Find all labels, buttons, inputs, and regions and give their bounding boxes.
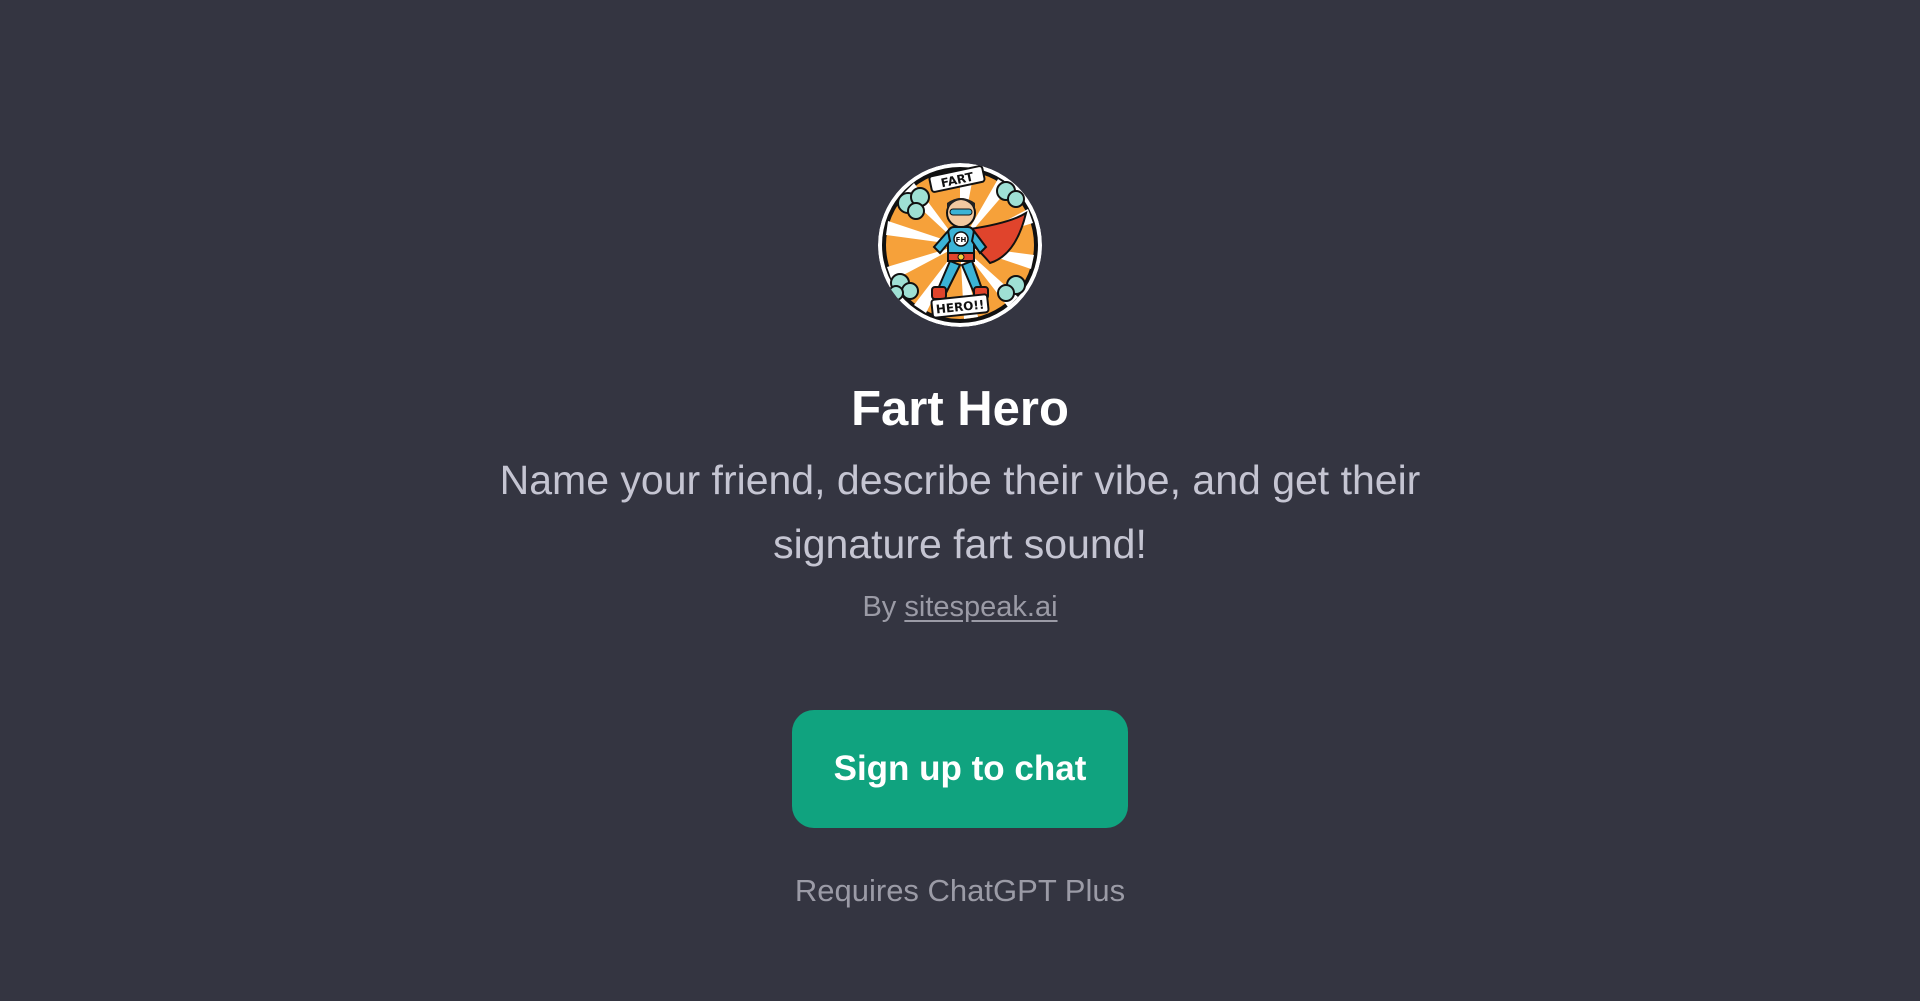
author-link[interactable]: sitespeak.ai xyxy=(904,591,1057,623)
byline-prefix: By xyxy=(862,591,897,623)
gpt-avatar: FH FART HERO!! xyxy=(878,163,1042,327)
gpt-description: Name your friend, describe their vibe, a… xyxy=(499,457,1421,567)
requirement-note: Requires ChatGPT Plus xyxy=(794,873,1126,908)
avatar-chest-text: FH xyxy=(956,236,967,244)
gpt-byline: By sitespeak.ai xyxy=(0,589,1920,625)
sign-up-to-chat-button[interactable]: Sign up to chat xyxy=(792,710,1128,828)
gpt-title: Fart Hero xyxy=(851,382,1069,436)
superhero-avatar-icon: FH FART HERO!! xyxy=(878,163,1042,327)
gpt-landing-page: FH FART HERO!! Fart Hero Name your frien… xyxy=(0,0,1920,1001)
